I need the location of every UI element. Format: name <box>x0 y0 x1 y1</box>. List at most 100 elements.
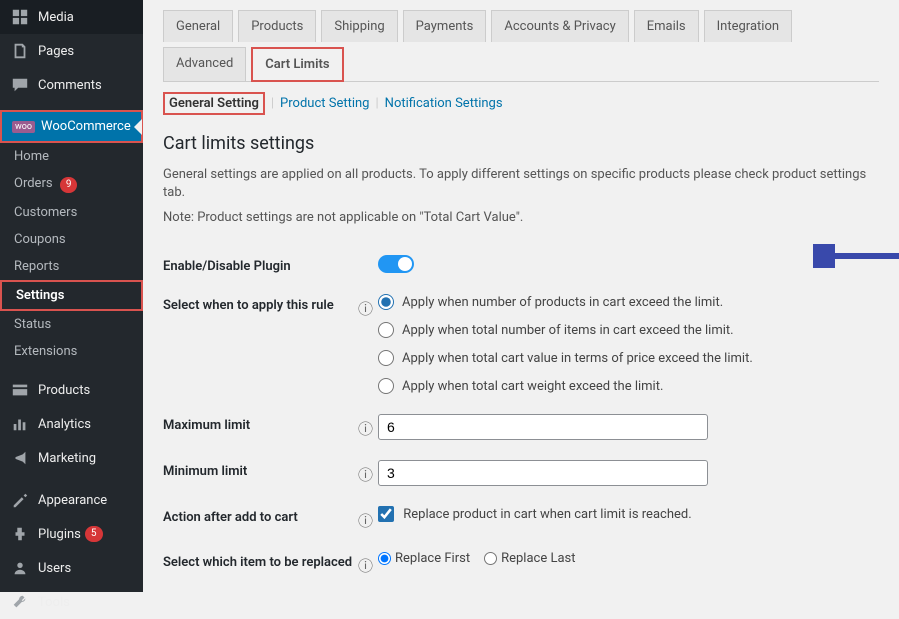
help-icon[interactable]: ⓘ <box>358 506 378 531</box>
subtabs: General Setting | Product Setting | Noti… <box>163 82 879 125</box>
sidebar-sub-settings[interactable]: Settings <box>0 280 143 311</box>
sidebar-sub-reports[interactable]: Reports <box>0 253 143 280</box>
tab-accounts-privacy[interactable]: Accounts & Privacy <box>491 10 628 42</box>
action-label: Action after add to cart <box>163 506 358 525</box>
sidebar-item-label: Media <box>38 10 74 25</box>
subtab-general-setting[interactable]: General Setting <box>163 92 265 115</box>
min-limit-input[interactable] <box>378 460 708 486</box>
sidebar-item-plugins[interactable]: Plugins 5 <box>0 517 143 551</box>
analytics-icon <box>10 414 30 434</box>
tab-integration[interactable]: Integration <box>704 10 792 42</box>
admin-sidebar: Media Pages Comments woo WooCommerce Hom… <box>0 0 143 592</box>
page-title: Cart limits settings <box>163 133 879 154</box>
sidebar-item-label: Users <box>38 561 71 576</box>
users-icon <box>10 558 30 578</box>
page-description: General settings are applied on all prod… <box>163 166 879 202</box>
rule-radio-list: Apply when number of products in cart ex… <box>378 294 879 394</box>
rule-radio-weight[interactable] <box>378 378 394 394</box>
woo-icon: woo <box>12 121 35 133</box>
sidebar-item-users[interactable]: Users <box>0 551 143 585</box>
rule-option-products[interactable]: Apply when number of products in cart ex… <box>378 294 879 310</box>
min-label: Minimum limit <box>163 460 358 479</box>
max-label: Maximum limit <box>163 414 358 433</box>
comment-icon <box>10 75 30 95</box>
sidebar-item-label: Marketing <box>38 451 96 466</box>
sidebar-item-media[interactable]: Media <box>0 0 143 34</box>
replace-first-radio[interactable] <box>378 552 391 565</box>
annotation-arrow-icon <box>813 244 899 268</box>
form-row-min: Minimum limit ⓘ <box>163 450 879 496</box>
rule-label: Select when to apply this rule <box>163 294 358 313</box>
sidebar-item-label: Appearance <box>38 493 107 508</box>
rule-option-weight[interactable]: Apply when total cart weight exceed the … <box>378 378 879 394</box>
sidebar-item-appearance[interactable]: Appearance <box>0 483 143 517</box>
form-row-rule: Select when to apply this rule ⓘ Apply w… <box>163 284 879 404</box>
help-icon[interactable]: ⓘ <box>358 294 378 319</box>
sidebar-item-label: Comments <box>38 78 102 93</box>
action-checkbox-label[interactable]: Replace product in cart when cart limit … <box>378 507 692 522</box>
sidebar-item-comments[interactable]: Comments <box>0 68 143 102</box>
help-icon[interactable]: ⓘ <box>358 414 378 439</box>
sidebar-item-pages[interactable]: Pages <box>0 34 143 68</box>
form-row-action: Action after add to cart ⓘ Replace produ… <box>163 496 879 541</box>
subtab-notification-settings[interactable]: Notification Settings <box>385 96 503 111</box>
sidebar-item-label: Products <box>38 383 90 398</box>
sidebar-item-label: Tools <box>38 595 70 610</box>
rule-option-value[interactable]: Apply when total cart value in terms of … <box>378 350 879 366</box>
sidebar-item-label: Pages <box>38 44 74 59</box>
replace-first-label: Replace First <box>395 551 470 566</box>
tab-general[interactable]: General <box>163 10 233 42</box>
subtab-product-setting[interactable]: Product Setting <box>280 96 369 111</box>
plugins-badge: 5 <box>85 526 103 542</box>
media-icon <box>10 7 30 27</box>
sidebar-item-woocommerce[interactable]: woo WooCommerce <box>0 110 143 143</box>
max-limit-input[interactable] <box>378 414 708 440</box>
sidebar-sub-coupons[interactable]: Coupons <box>0 226 143 253</box>
sidebar-sub-extensions[interactable]: Extensions <box>0 338 143 365</box>
plugins-icon <box>10 524 30 544</box>
form-row-replace: Select which item to be replaced ⓘ Repla… <box>163 541 879 586</box>
page-icon <box>10 41 30 61</box>
replace-label: Select which item to be replaced <box>163 551 358 570</box>
subtab-separator: | <box>375 96 378 111</box>
rule-option-items[interactable]: Apply when total number of items in cart… <box>378 322 879 338</box>
products-icon <box>10 380 30 400</box>
rule-radio-value[interactable] <box>378 350 394 366</box>
settings-tabs: General Products Shipping Payments Accou… <box>163 10 879 82</box>
sidebar-item-analytics[interactable]: Analytics <box>0 407 143 441</box>
sidebar-item-marketing[interactable]: Marketing <box>0 441 143 475</box>
subtab-separator: | <box>271 96 274 111</box>
tab-payments[interactable]: Payments <box>403 10 487 42</box>
page-note: Note: Product settings are not applicabl… <box>163 210 879 225</box>
tab-cart-limits[interactable]: Cart Limits <box>251 47 343 82</box>
main-content: General Products Shipping Payments Accou… <box>143 0 899 592</box>
replace-last-radio[interactable] <box>484 552 497 565</box>
tab-shipping[interactable]: Shipping <box>321 10 397 42</box>
sidebar-item-label: Plugins <box>38 527 81 542</box>
tools-icon <box>10 592 30 612</box>
tab-products[interactable]: Products <box>238 10 316 42</box>
help-icon[interactable]: ⓘ <box>358 551 378 576</box>
action-checkbox[interactable] <box>378 506 394 522</box>
sidebar-item-products[interactable]: Products <box>0 373 143 407</box>
tab-emails[interactable]: Emails <box>634 10 699 42</box>
enable-label: Enable/Disable Plugin <box>163 255 358 274</box>
sidebar-sub-status[interactable]: Status <box>0 311 143 338</box>
help-icon[interactable]: ⓘ <box>358 460 378 485</box>
form-row-max: Maximum limit ⓘ <box>163 404 879 450</box>
help-icon <box>358 255 378 259</box>
sidebar-sub-customers[interactable]: Customers <box>0 199 143 226</box>
marketing-icon <box>10 448 30 468</box>
enable-toggle[interactable] <box>378 255 414 273</box>
rule-radio-products[interactable] <box>378 294 394 310</box>
tab-advanced[interactable]: Advanced <box>163 47 246 81</box>
sidebar-item-tools[interactable]: Tools <box>0 585 143 619</box>
replace-last-label: Replace Last <box>501 551 575 566</box>
sidebar-item-label: WooCommerce <box>41 119 131 134</box>
appearance-icon <box>10 490 30 510</box>
form-row-enable: Enable/Disable Plugin <box>163 245 879 284</box>
sidebar-sub-home[interactable]: Home <box>0 143 143 170</box>
sidebar-sub-orders[interactable]: Orders 9 <box>0 170 143 199</box>
rule-radio-items[interactable] <box>378 322 394 338</box>
sidebar-item-label: Analytics <box>38 417 91 432</box>
